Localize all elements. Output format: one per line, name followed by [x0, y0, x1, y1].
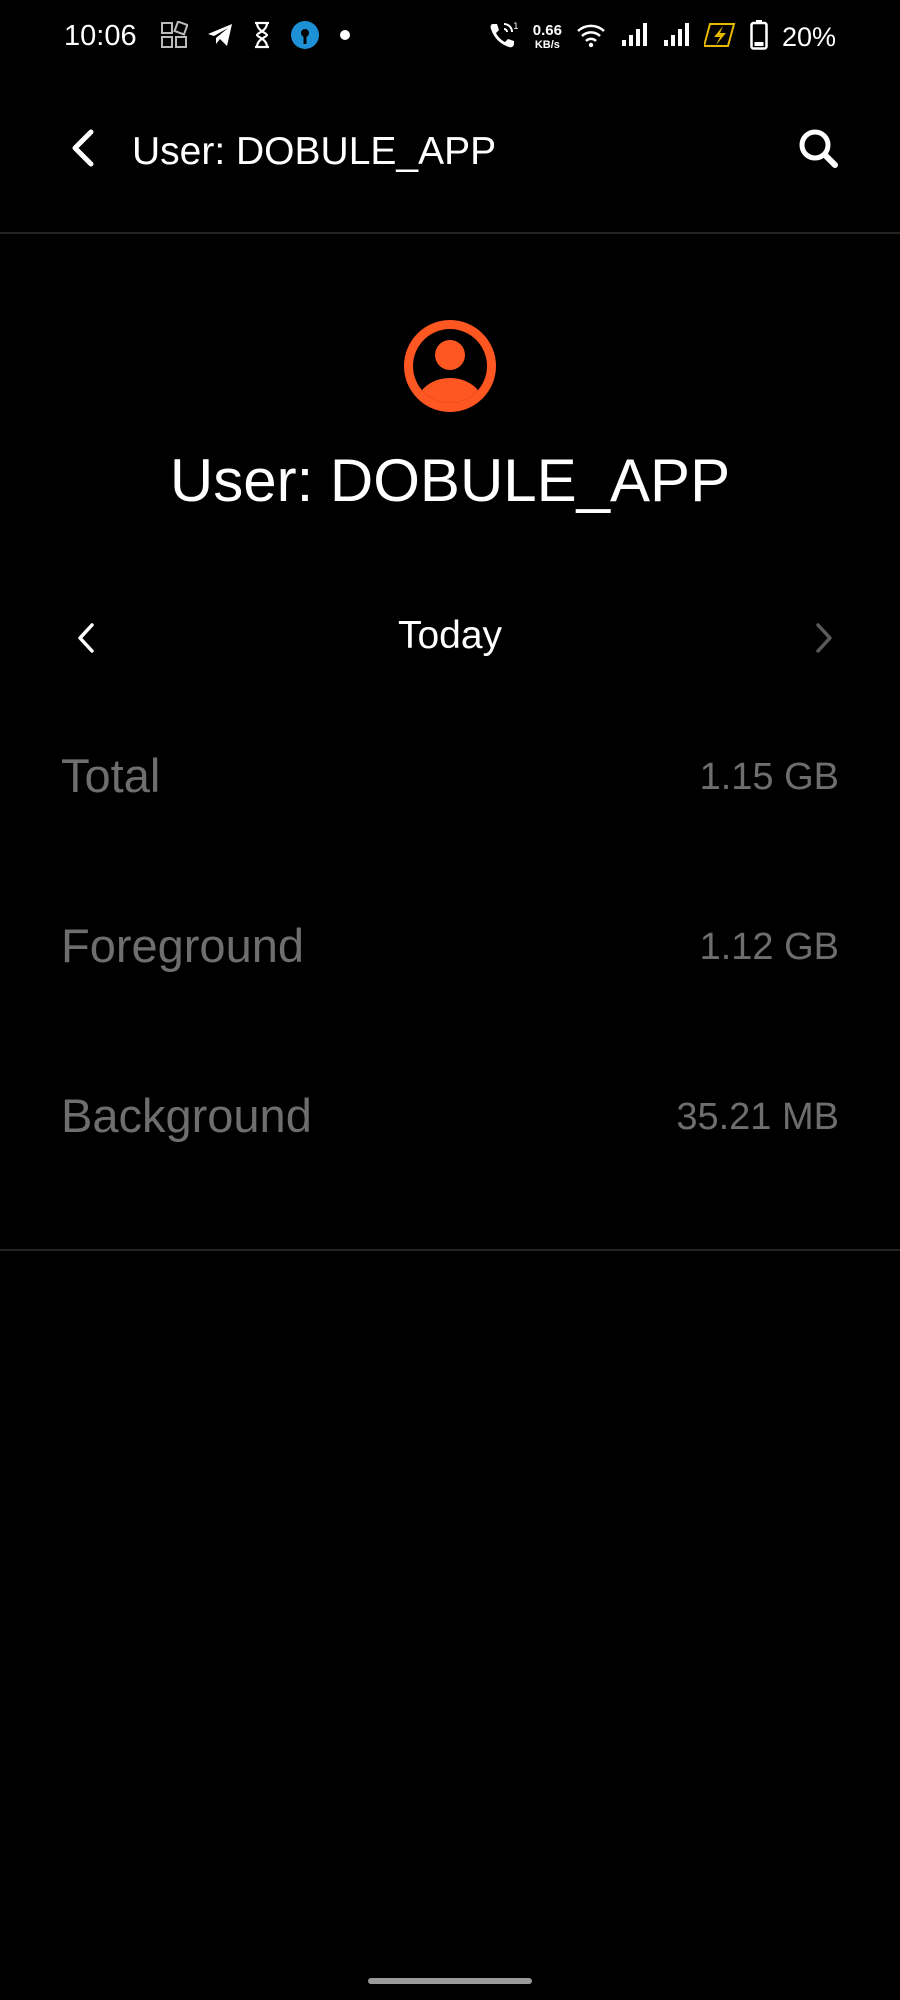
network-speed-value: 0.66: [532, 22, 562, 39]
app-bar-divider: [0, 232, 900, 234]
date-selector: Today: [0, 600, 900, 680]
date-label: Today: [397, 614, 503, 657]
svg-text:1: 1: [513, 22, 519, 32]
status-left-icons: [160, 19, 352, 55]
back-button[interactable]: [58, 126, 106, 174]
page-title: User: DOBULE_APP: [169, 447, 731, 514]
stat-row-total: Total 1.15 GB: [0, 720, 900, 830]
battery-percent: 20%: [781, 21, 836, 52]
chevron-right-icon: [813, 621, 835, 660]
notification-dot-icon: [338, 28, 352, 47]
status-right-icons: 1 0.66 KB/s 20%: [487, 18, 900, 56]
network-speed-unit: KB/s: [534, 39, 560, 51]
app-bar: User: DOBULE_APP: [0, 100, 900, 210]
telegram-icon: [206, 21, 234, 54]
volte-call-icon: 1: [487, 20, 519, 55]
hourglass-icon: [252, 21, 272, 54]
signal-sim1-icon: [620, 22, 648, 53]
stat-value: 35.21 MB: [676, 1096, 839, 1138]
stat-row-foreground: Foreground 1.12 GB: [0, 890, 900, 1000]
stat-value: 1.15 GB: [699, 756, 839, 798]
status-bar: 10:06 1 0.66 KB/s 20%: [0, 0, 900, 76]
stat-label: Background: [61, 1089, 312, 1142]
stats-divider: [0, 1249, 900, 1251]
gallery-grid-icon: [160, 19, 189, 54]
search-icon: [797, 127, 839, 174]
gesture-nav-handle[interactable]: [368, 1978, 532, 1984]
stat-value: 1.12 GB: [699, 926, 839, 968]
search-button[interactable]: [792, 124, 844, 176]
stat-row-background: Background 35.21 MB: [0, 1060, 900, 1170]
user-avatar-icon: [404, 320, 496, 412]
charging-bolt-icon: [702, 22, 736, 53]
status-time: 10:06: [64, 20, 137, 52]
stat-label: Total: [61, 749, 161, 802]
network-speed: 0.66 KB/s: [533, 23, 562, 51]
sbi-app-icon: [290, 20, 320, 55]
battery-icon: [750, 19, 768, 55]
back-arrow-icon: [67, 128, 97, 173]
app-bar-title: User: DOBULE_APP: [132, 130, 497, 173]
next-day-button[interactable]: [800, 616, 848, 664]
stat-label: Foreground: [61, 919, 304, 972]
wifi-icon: [576, 22, 606, 53]
signal-sim2-icon: [662, 22, 690, 53]
